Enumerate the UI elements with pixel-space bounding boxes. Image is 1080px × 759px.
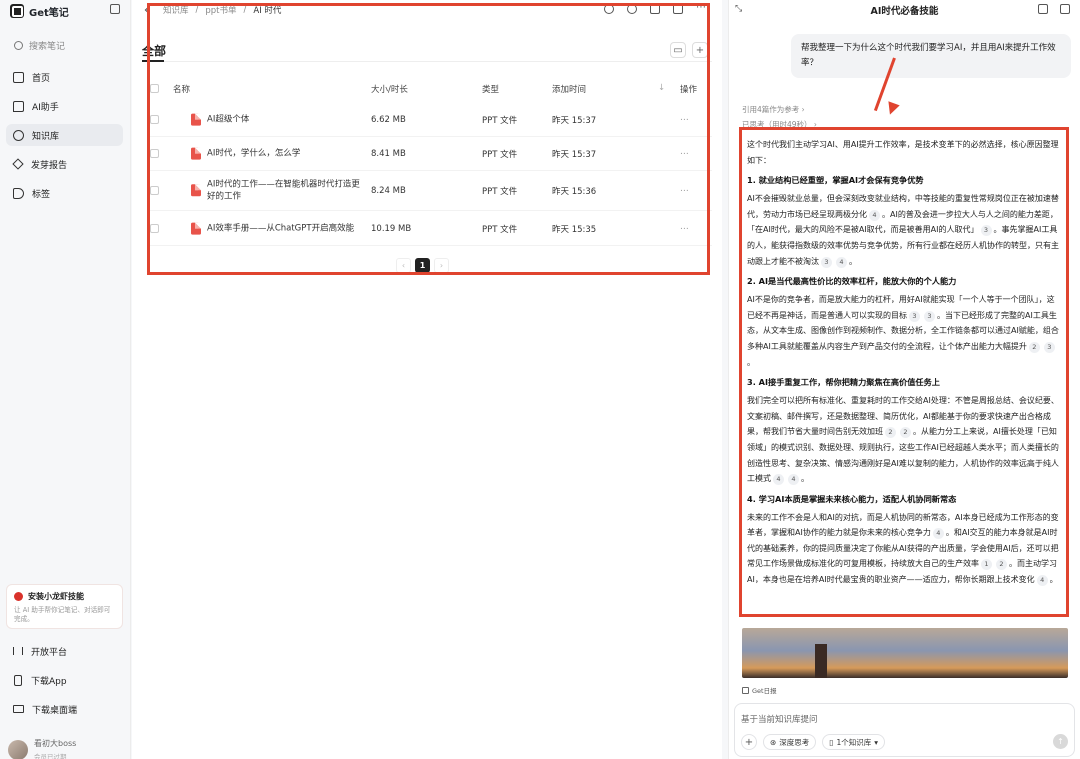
chat-title: AI时代必备技能 bbox=[870, 6, 939, 17]
chip-label: 深度思考 bbox=[779, 737, 810, 747]
chevron-down-icon: ▾ bbox=[874, 737, 878, 747]
search-placeholder: 搜索笔记 bbox=[29, 41, 66, 52]
deep-think-icon: ⊛ bbox=[770, 737, 777, 747]
citation-badge[interactable]: 4 bbox=[932, 528, 944, 540]
citation-badge[interactable]: 4 bbox=[869, 209, 880, 221]
citation-badge[interactable]: 1 bbox=[981, 559, 992, 571]
user-profile[interactable]: 看初大boss 会员已过期 bbox=[8, 738, 76, 759]
citation-badge[interactable]: 3 bbox=[980, 225, 992, 237]
sidebar: Get笔记 搜索笔记 首页 AI助手 知识库 发芽报告 标签 安装小龙虾技能 让… bbox=[0, 0, 131, 759]
user-message: 帮我整理一下为什么这个时代我们要学习AI，并且用AI来提升工作效率？ bbox=[791, 34, 1071, 78]
citation-badge[interactable]: 2 bbox=[900, 427, 911, 439]
sidebar-item-label: 标签 bbox=[32, 189, 51, 200]
promo-title: 安装小龙虾技能 bbox=[28, 592, 84, 601]
deep-think-toggle[interactable]: ⊛ 深度思考 bbox=[763, 734, 817, 750]
send-button[interactable]: ↑ bbox=[1053, 734, 1068, 749]
citation-badge[interactable]: 4 bbox=[788, 474, 799, 486]
new-chat-icon[interactable] bbox=[1038, 4, 1048, 14]
answer-heading: 3. AI接手重复工作，帮你把精力聚焦在高价值任务上 bbox=[747, 377, 940, 388]
citation-badge[interactable]: 4 bbox=[836, 256, 847, 268]
avatar bbox=[8, 739, 28, 759]
answer-heading: 1. 就业结构已经重塑，掌握AI才会保有竞争优势 bbox=[747, 175, 924, 186]
knowledge-icon bbox=[13, 129, 24, 141]
chat-icon bbox=[13, 100, 24, 112]
annotation-box-answer: 这个时代我们主动学习AI、用AI提升工作效率，是技术变革下的必然选择，核心原因整… bbox=[739, 127, 1069, 617]
knowledge-base-select[interactable]: ▯ 1个知识库 ▾ bbox=[822, 734, 885, 750]
monitor-icon bbox=[13, 705, 24, 713]
answer-paragraph: 我们完全可以把所有标准化、重复耗时的工作交给AI处理：不管是周报总结、会议纪要、… bbox=[747, 396, 1059, 486]
sidebar-item-label: 首页 bbox=[32, 73, 51, 84]
sidebar-item-label: 发芽报告 bbox=[31, 160, 68, 171]
annotation-box-file-list bbox=[147, 3, 710, 275]
citation-badge[interactable]: 4 bbox=[773, 474, 784, 486]
skill-promo-card[interactable]: 安装小龙虾技能 让 AI 助手帮你记笔记、对话即可完成。 bbox=[6, 584, 123, 629]
citation-badge[interactable]: 4 bbox=[1036, 575, 1048, 587]
app-name: Get笔记 bbox=[29, 7, 69, 19]
citation-badge[interactable]: 3 bbox=[924, 310, 935, 322]
lobster-icon bbox=[14, 592, 23, 601]
chip-label: 1个知识库 bbox=[836, 737, 872, 747]
sidebar-item-open-platform[interactable]: 开放平台 bbox=[6, 640, 123, 662]
answer-paragraph: AI不是你的竞争者，而是放大能力的杠杆，用好AI就能实现「一个人等于一个团队」，… bbox=[747, 295, 1059, 367]
search-input[interactable]: 搜索笔记 bbox=[8, 36, 123, 54]
book-icon: ▯ bbox=[829, 737, 834, 747]
user-name: 看初大boss bbox=[34, 739, 77, 748]
answer-intro: 这个时代我们主动学习AI、用AI提升工作效率，是技术变革下的必然选择，核心原因整… bbox=[747, 140, 1059, 165]
sidebar-collapse-icon[interactable] bbox=[110, 4, 120, 14]
sidebar-item-knowledge-base[interactable]: 知识库 bbox=[6, 124, 123, 146]
sidebar-item-label: 知识库 bbox=[32, 131, 60, 142]
source-label: Get日报 bbox=[752, 687, 777, 695]
citation-badge[interactable]: 3 bbox=[821, 256, 832, 268]
question-input[interactable]: 基于当前知识库提问 + ⊛ 深度思考 ▯ 1个知识库 ▾ ↑ bbox=[734, 703, 1075, 757]
user-membership: 会员已过期 bbox=[34, 753, 67, 759]
app-logo-icon bbox=[10, 4, 24, 18]
brand[interactable]: Get笔记 bbox=[10, 2, 69, 20]
phone-icon bbox=[14, 674, 22, 686]
citation-badge[interactable]: 2 bbox=[885, 427, 896, 439]
sidebar-item-tags[interactable]: 标签 bbox=[6, 182, 123, 204]
references-toggle[interactable]: 引用4篇作为参考 › bbox=[742, 104, 805, 115]
tag-icon bbox=[13, 187, 24, 199]
sidebar-item-label: 下载桌面端 bbox=[32, 705, 78, 716]
image-source: Get日报 bbox=[742, 685, 777, 695]
search-icon bbox=[14, 40, 23, 50]
answer-heading: 4. 学习AI本质是掌握未来核心能力，适配人机协同新常态 bbox=[747, 493, 957, 504]
source-logo-icon bbox=[742, 686, 749, 694]
sidebar-item-download-app[interactable]: 下载App bbox=[6, 669, 123, 691]
sprout-icon bbox=[12, 158, 24, 170]
citation-badge[interactable]: 2 bbox=[1028, 341, 1040, 353]
home-icon bbox=[13, 71, 24, 83]
sidebar-item-home[interactable]: 首页 bbox=[6, 66, 123, 88]
sidebar-item-label: 下载App bbox=[31, 676, 67, 687]
attach-plus-button[interactable]: + bbox=[741, 734, 757, 750]
citation-badge[interactable]: 3 bbox=[1043, 341, 1055, 353]
code-icon bbox=[13, 647, 23, 655]
sidebar-item-sprout-report[interactable]: 发芽报告 bbox=[6, 153, 123, 175]
answer-paragraph: 未来的工作不会是人和AI的对抗，而是人机协同的新常态，AI本身已经成为工作形态的… bbox=[747, 512, 1059, 587]
input-placeholder: 基于当前知识库提问 bbox=[741, 715, 818, 725]
chat-toolbar bbox=[1038, 4, 1070, 14]
image-tower-shape bbox=[815, 644, 827, 678]
sidebar-item-label: AI助手 bbox=[32, 102, 59, 113]
citation-badge[interactable]: 2 bbox=[996, 559, 1007, 571]
sidebar-item-ai-assistant[interactable]: AI助手 bbox=[6, 95, 123, 117]
answer-paragraph: AI不会摧毁就业总量，但会深刻改变就业结构，中等技能的重复性常规岗位正在被加速替… bbox=[747, 194, 1059, 268]
history-icon[interactable] bbox=[1060, 4, 1070, 14]
citation-badge[interactable]: 3 bbox=[909, 310, 920, 322]
sidebar-item-label: 开放平台 bbox=[31, 647, 68, 658]
promo-desc: 让 AI 助手帮你记笔记、对话即可完成。 bbox=[14, 606, 111, 623]
answer-image[interactable] bbox=[742, 628, 1068, 678]
sidebar-item-download-desktop[interactable]: 下载桌面端 bbox=[6, 698, 123, 720]
answer-heading: 2. AI是当代最高性价比的效率杠杆，能放大你的个人能力 bbox=[747, 276, 957, 287]
